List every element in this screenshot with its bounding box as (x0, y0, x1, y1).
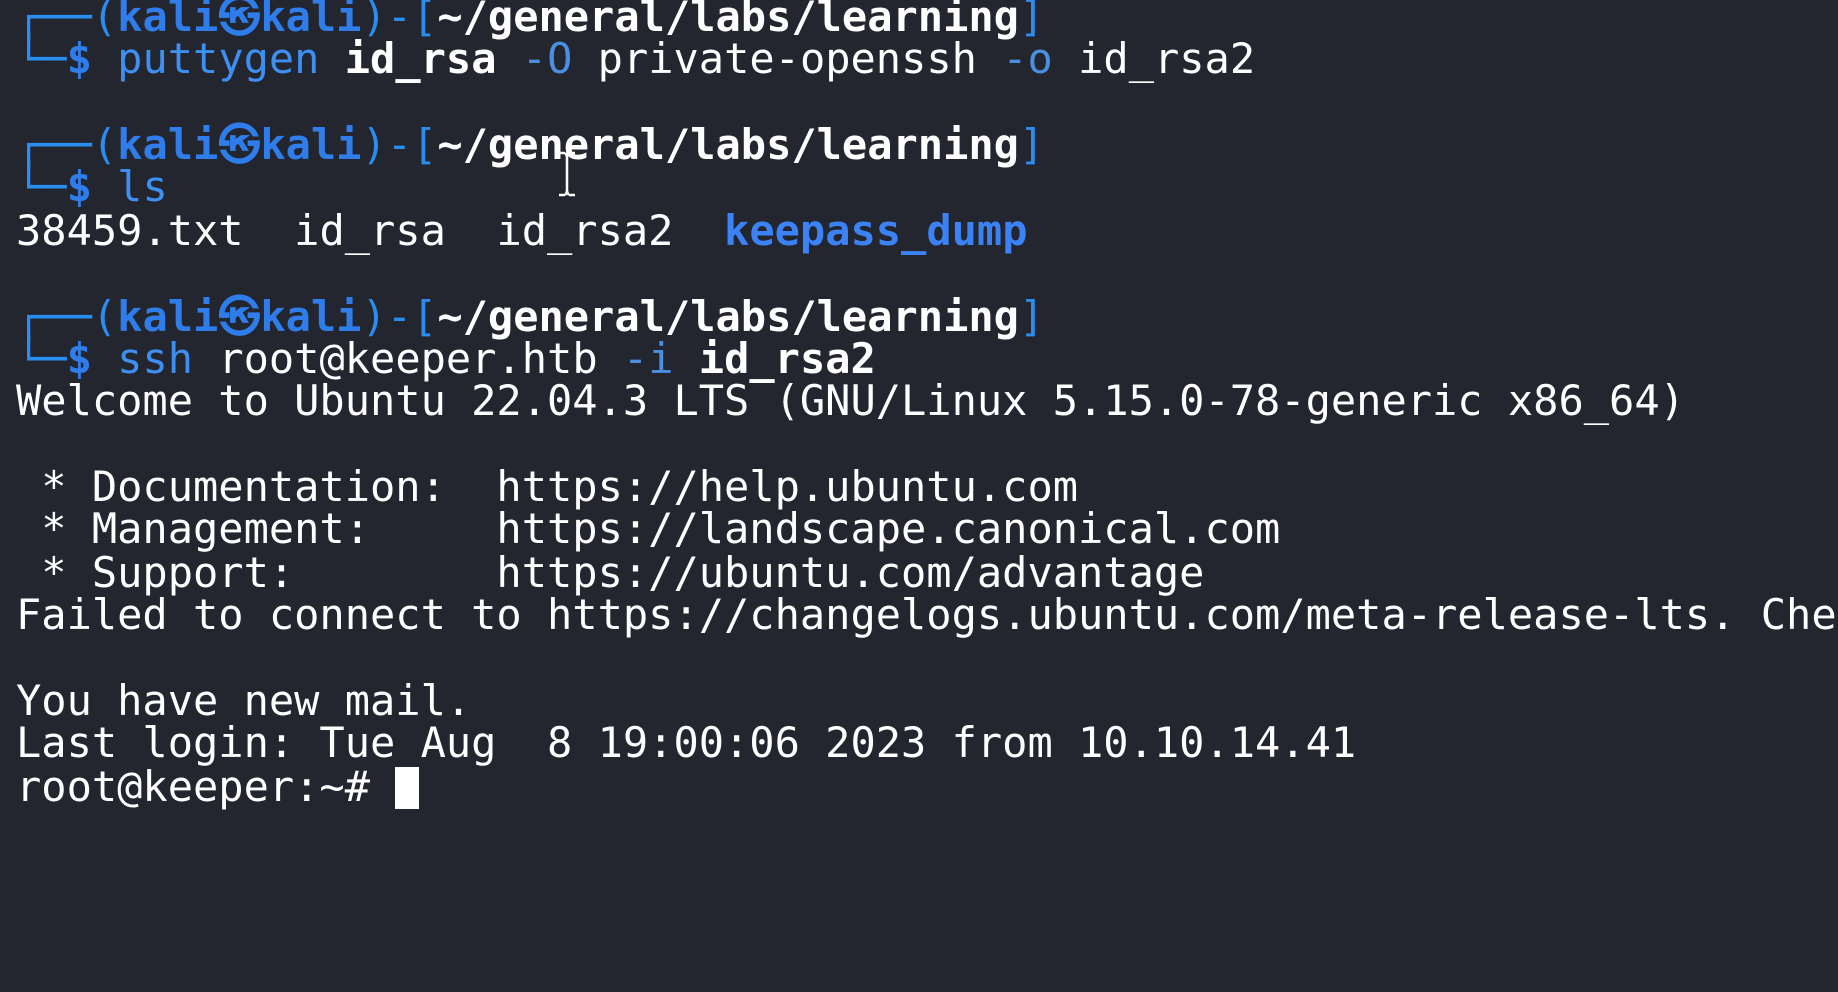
prompt-line-2: ┌──(kali㉿kali)-[~/general/labs/learning] (16, 120, 1045, 169)
management-line: * Management: https://landscape.canonica… (16, 504, 1281, 553)
file-entry: 38459.txt (16, 206, 244, 255)
root-prompt-line[interactable]: root@keeper:~# (16, 762, 420, 812)
ibeam-cursor-icon (559, 151, 575, 197)
file-entry: id_rsa (294, 206, 446, 255)
ls-output: 38459.txt id_rsa id_rsa2 keepass_dump (16, 206, 1027, 256)
failed-connect-line: Failed to connect to https://changelogs.… (16, 590, 1838, 639)
command-name: puttygen (117, 34, 320, 83)
terminal-window[interactable]: ┌──(kali㉿kali)-[~/general/labs/learning]… (0, 0, 1838, 992)
root-prompt: root@keeper:~# (16, 762, 396, 811)
command-line-1: └─$ puttygen id_rsa -O private-openssh -… (16, 34, 1256, 83)
last-login-line: Last login: Tue Aug 8 19:00:06 2023 from… (16, 718, 1357, 767)
directory-entry: keepass_dump (724, 206, 1028, 255)
text-cursor (395, 767, 420, 809)
ssh-welcome: Welcome to Ubuntu 22.04.3 LTS (GNU/Linux… (16, 376, 1685, 425)
file-entry: id_rsa2 (496, 206, 674, 255)
command-line-2: └─$ ls (16, 162, 168, 211)
